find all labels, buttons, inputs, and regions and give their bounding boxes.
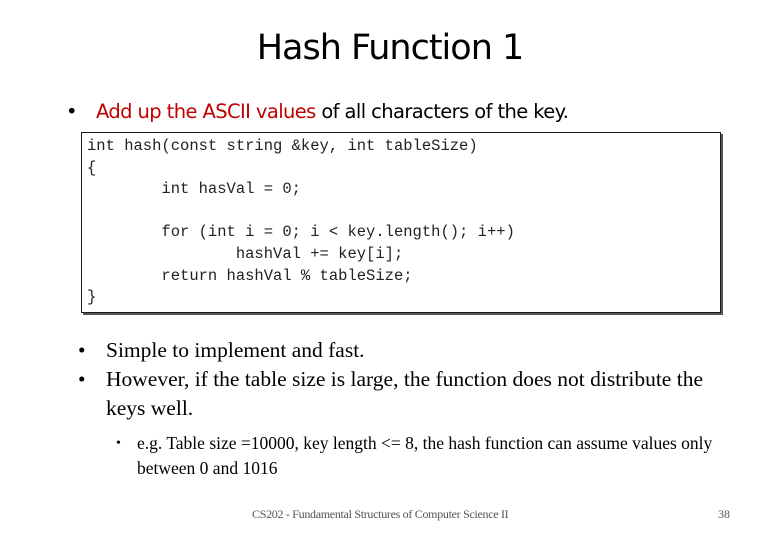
code-line: for (int i = 0; i < key.length(); i++) bbox=[87, 223, 515, 242]
main-bullet: • Add up the ASCII values of all characte… bbox=[66, 97, 569, 127]
code-block: int hash(const string &key, int tableSiz… bbox=[81, 132, 721, 313]
slide-title: Hash Function 1 bbox=[256, 28, 525, 68]
sub-list-item-text: e.g. Table size =10000, key length <= 8,… bbox=[137, 433, 713, 478]
list-item-text: Simple to implement and fast. bbox=[106, 338, 365, 362]
code-line: int hash(const string &key, int tableSiz… bbox=[87, 137, 478, 155]
bullet-icon: • bbox=[66, 100, 78, 123]
code-line: { bbox=[87, 158, 97, 177]
bullet-list: • Simple to implement and fast. • Howeve… bbox=[78, 336, 738, 423]
code-line: } bbox=[87, 288, 97, 307]
code-line: int hasVal = 0; bbox=[87, 180, 301, 199]
sub-bullet-list: • e.g. Table size =10000, key length <= … bbox=[116, 431, 736, 481]
list-item: • However, if the table size is large, t… bbox=[78, 365, 738, 423]
bullet-icon: • bbox=[78, 338, 86, 362]
list-item: • Simple to implement and fast. bbox=[78, 336, 738, 365]
code-line: hashVal += key[i]; bbox=[87, 244, 404, 263]
sub-list-item: • e.g. Table size =10000, key length <= … bbox=[116, 431, 736, 481]
bullet-icon: • bbox=[78, 367, 86, 391]
list-item-text: However, if the table size is large, the… bbox=[106, 367, 703, 420]
footer-course: CS202 - Fundamental Structures of Comput… bbox=[252, 507, 509, 521]
code-text: int hash(const string &key, int tableSiz… bbox=[87, 136, 515, 309]
page-number: 38 bbox=[718, 507, 730, 521]
code-line: return hashVal % tableSize; bbox=[87, 266, 413, 285]
main-bullet-highlight: Add up the ASCII values bbox=[96, 100, 316, 123]
main-bullet-text: of all characters of the key. bbox=[315, 100, 569, 123]
bullet-icon: • bbox=[116, 436, 121, 451]
